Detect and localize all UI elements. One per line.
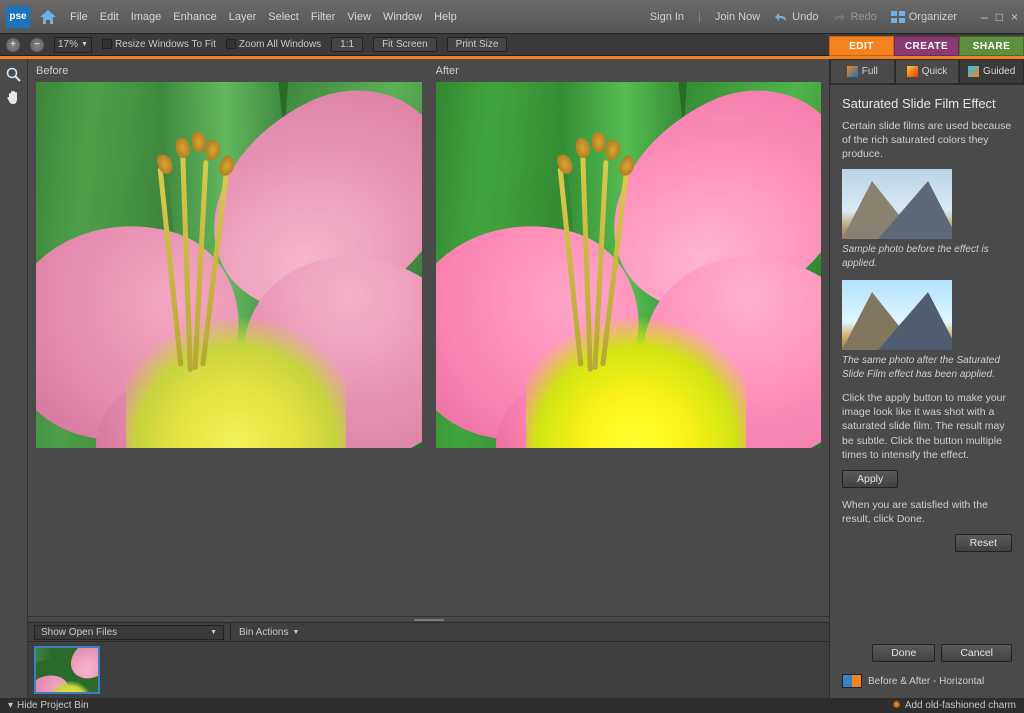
tool-column bbox=[0, 59, 28, 698]
project-bin-bar: Show Open Files ▼ Bin Actions ▼ bbox=[28, 622, 829, 642]
chevron-down-icon: ▼ bbox=[292, 629, 299, 636]
mode-tabs: EDIT CREATE SHARE bbox=[829, 36, 1024, 56]
chevron-down-icon: ▼ bbox=[210, 629, 217, 636]
redo-icon bbox=[832, 11, 846, 23]
view-mode-selector[interactable]: Before & After - Horizontal bbox=[842, 674, 1012, 688]
print-size-button[interactable]: Print Size bbox=[447, 37, 508, 52]
sign-in-link[interactable]: Sign In bbox=[650, 11, 684, 23]
edit-mode-tabs: Full Quick Guided bbox=[830, 59, 1024, 85]
separator: | bbox=[698, 11, 701, 23]
fit-screen-button[interactable]: Fit Screen bbox=[373, 37, 437, 52]
mode-tab-edit[interactable]: EDIT bbox=[829, 36, 894, 56]
tab-quick[interactable]: Quick bbox=[895, 59, 960, 84]
after-image[interactable] bbox=[436, 82, 822, 448]
organizer-button[interactable]: Organizer bbox=[891, 11, 957, 23]
menu-filter[interactable]: Filter bbox=[311, 11, 335, 23]
bin-filter-label: Show Open Files bbox=[41, 627, 117, 638]
close-button[interactable]: × bbox=[1011, 10, 1018, 24]
cancel-button[interactable]: Cancel bbox=[941, 644, 1012, 662]
home-icon[interactable] bbox=[36, 6, 60, 28]
guide-satisfied-text: When you are satisfied with the result, … bbox=[842, 498, 1012, 526]
menu-file[interactable]: File bbox=[70, 11, 88, 23]
sample-after-caption: The same photo after the Saturated Slide… bbox=[842, 354, 1012, 381]
zoom-out-button[interactable]: − bbox=[30, 38, 44, 52]
mode-tab-create[interactable]: CREATE bbox=[894, 36, 959, 56]
resize-windows-checkbox[interactable]: Resize Windows To Fit bbox=[102, 39, 216, 50]
hand-tool[interactable] bbox=[5, 89, 23, 107]
zoom-all-checkbox[interactable]: Zoom All Windows bbox=[226, 39, 321, 50]
quick-icon bbox=[907, 66, 918, 77]
tab-full[interactable]: Full bbox=[830, 59, 895, 84]
tab-guided[interactable]: Guided bbox=[959, 59, 1024, 84]
bin-filter-select[interactable]: Show Open Files ▼ bbox=[34, 625, 224, 640]
done-button[interactable]: Done bbox=[872, 644, 935, 662]
mode-tab-share[interactable]: SHARE bbox=[959, 36, 1024, 56]
hide-project-bin-link[interactable]: Hide Project Bin bbox=[17, 700, 89, 711]
titlebar-right: Sign In | Join Now Undo Redo Organizer –… bbox=[650, 10, 1018, 24]
collapse-icon[interactable]: ▾ bbox=[8, 700, 13, 711]
main-menu: File Edit Image Enhance Layer Select Fil… bbox=[70, 11, 457, 23]
guide-instructions: Click the apply button to make your imag… bbox=[842, 391, 1012, 462]
organizer-label: Organizer bbox=[909, 11, 957, 23]
zoom-level-select[interactable]: 17%▼ bbox=[54, 37, 92, 53]
redo-label: Redo bbox=[850, 11, 876, 23]
menu-enhance[interactable]: Enhance bbox=[173, 11, 216, 23]
gear-icon: ✺ bbox=[892, 700, 900, 711]
zoom-tool[interactable] bbox=[5, 65, 23, 83]
redo-button[interactable]: Redo bbox=[832, 11, 876, 23]
sample-after-image bbox=[842, 280, 952, 350]
minimize-button[interactable]: – bbox=[981, 10, 988, 24]
view-mode-label: Before & After - Horizontal bbox=[868, 676, 984, 687]
guide-title: Saturated Slide Film Effect bbox=[842, 95, 1012, 113]
menu-select[interactable]: Select bbox=[268, 11, 299, 23]
guided-panel-body: Saturated Slide Film Effect Certain slid… bbox=[830, 85, 1024, 634]
view-mode-icon bbox=[842, 674, 862, 688]
guided-icon bbox=[968, 66, 979, 77]
zoom-in-button[interactable]: + bbox=[6, 38, 20, 52]
bin-actions-label: Bin Actions bbox=[239, 627, 288, 638]
after-label: After bbox=[436, 65, 822, 79]
bin-thumbnail[interactable] bbox=[34, 646, 100, 694]
sample-before-image bbox=[842, 169, 952, 239]
sample-before-caption: Sample photo before the effect is applie… bbox=[842, 243, 1012, 270]
one-to-one-button[interactable]: 1:1 bbox=[331, 37, 363, 52]
titlebar: pse File Edit Image Enhance Layer Select… bbox=[0, 0, 1024, 33]
join-now-link[interactable]: Join Now bbox=[715, 11, 760, 23]
undo-icon bbox=[774, 11, 788, 23]
menu-help[interactable]: Help bbox=[434, 11, 457, 23]
menu-image[interactable]: Image bbox=[131, 11, 162, 23]
before-label: Before bbox=[36, 65, 422, 79]
apply-button[interactable]: Apply bbox=[842, 470, 898, 488]
maximize-button[interactable]: □ bbox=[996, 10, 1003, 24]
status-bar: ▾ Hide Project Bin ✺ Add old-fashioned c… bbox=[0, 698, 1024, 713]
right-panel: Full Quick Guided Saturated Slide Film E… bbox=[829, 59, 1024, 698]
status-tip: Add old-fashioned charm bbox=[905, 700, 1016, 711]
project-bin bbox=[28, 642, 829, 698]
chevron-down-icon: ▼ bbox=[81, 41, 88, 48]
work-area: Before bbox=[28, 59, 829, 698]
before-image[interactable] bbox=[36, 82, 422, 448]
undo-button[interactable]: Undo bbox=[774, 11, 818, 23]
reset-button[interactable]: Reset bbox=[955, 534, 1012, 552]
menu-layer[interactable]: Layer bbox=[229, 11, 257, 23]
menu-edit[interactable]: Edit bbox=[100, 11, 119, 23]
guide-intro: Certain slide films are used because of … bbox=[842, 119, 1012, 162]
organizer-icon bbox=[891, 11, 905, 23]
panel-bottom: Done Cancel Before & After - Horizontal bbox=[830, 634, 1024, 698]
menu-view[interactable]: View bbox=[347, 11, 371, 23]
full-icon bbox=[847, 66, 858, 77]
app-logo[interactable]: pse bbox=[6, 6, 30, 28]
bin-actions-menu[interactable]: Bin Actions ▼ bbox=[230, 623, 307, 641]
menu-window[interactable]: Window bbox=[383, 11, 422, 23]
undo-label: Undo bbox=[792, 11, 818, 23]
zoom-value: 17% bbox=[58, 39, 78, 50]
